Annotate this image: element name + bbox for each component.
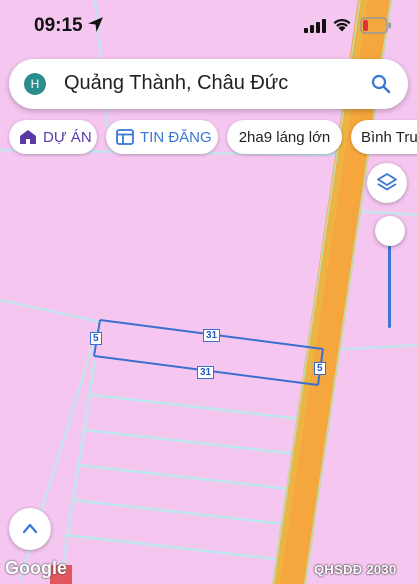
google-logo: Google	[5, 558, 67, 578]
wifi-icon	[333, 18, 351, 32]
listing-icon	[116, 129, 134, 145]
chip-2ha9-lang-lon[interactable]: 2ha9 láng lớn	[227, 120, 342, 154]
chevron-up-icon	[22, 523, 38, 534]
layers-button[interactable]	[367, 163, 407, 203]
chip-tin-dang[interactable]: TIN ĐĂNG	[106, 120, 218, 154]
house-icon	[20, 130, 36, 144]
chip-label: 2ha9 láng lớn	[238, 128, 331, 146]
expand-up-button[interactable]	[9, 508, 51, 550]
search-icon[interactable]	[371, 74, 391, 94]
avatar[interactable]: H	[24, 73, 46, 95]
search-bar[interactable]: H Quảng Thành, Châu Đức	[9, 59, 408, 109]
cellular-signal-icon	[304, 19, 326, 33]
chip-label: DỰ ÁN	[43, 128, 92, 146]
location-arrow-icon	[88, 17, 103, 32]
parcel-width-label: 5	[90, 332, 102, 345]
parcel-length-label: 31	[203, 329, 221, 342]
status-bar: 09:15	[0, 0, 417, 52]
opacity-slider-track[interactable]	[388, 232, 391, 328]
chip-label: TIN ĐĂNG	[140, 128, 212, 146]
search-input[interactable]: Quảng Thành, Châu Đức	[64, 72, 288, 95]
battery-icon	[360, 17, 391, 34]
parcel-width-label: 5	[314, 362, 326, 375]
map-layer-caption: QHSDĐ 2030	[314, 562, 397, 577]
opacity-slider-knob[interactable]	[375, 216, 405, 246]
parcel-length-label: 31	[197, 366, 215, 379]
chip-binh-tru[interactable]: Bình Tru	[351, 120, 417, 154]
status-time: 09:15	[34, 15, 83, 36]
layers-icon	[377, 173, 397, 191]
chip-label: Bình Tru	[361, 128, 417, 146]
chip-du-an[interactable]: DỰ ÁN	[9, 120, 97, 154]
